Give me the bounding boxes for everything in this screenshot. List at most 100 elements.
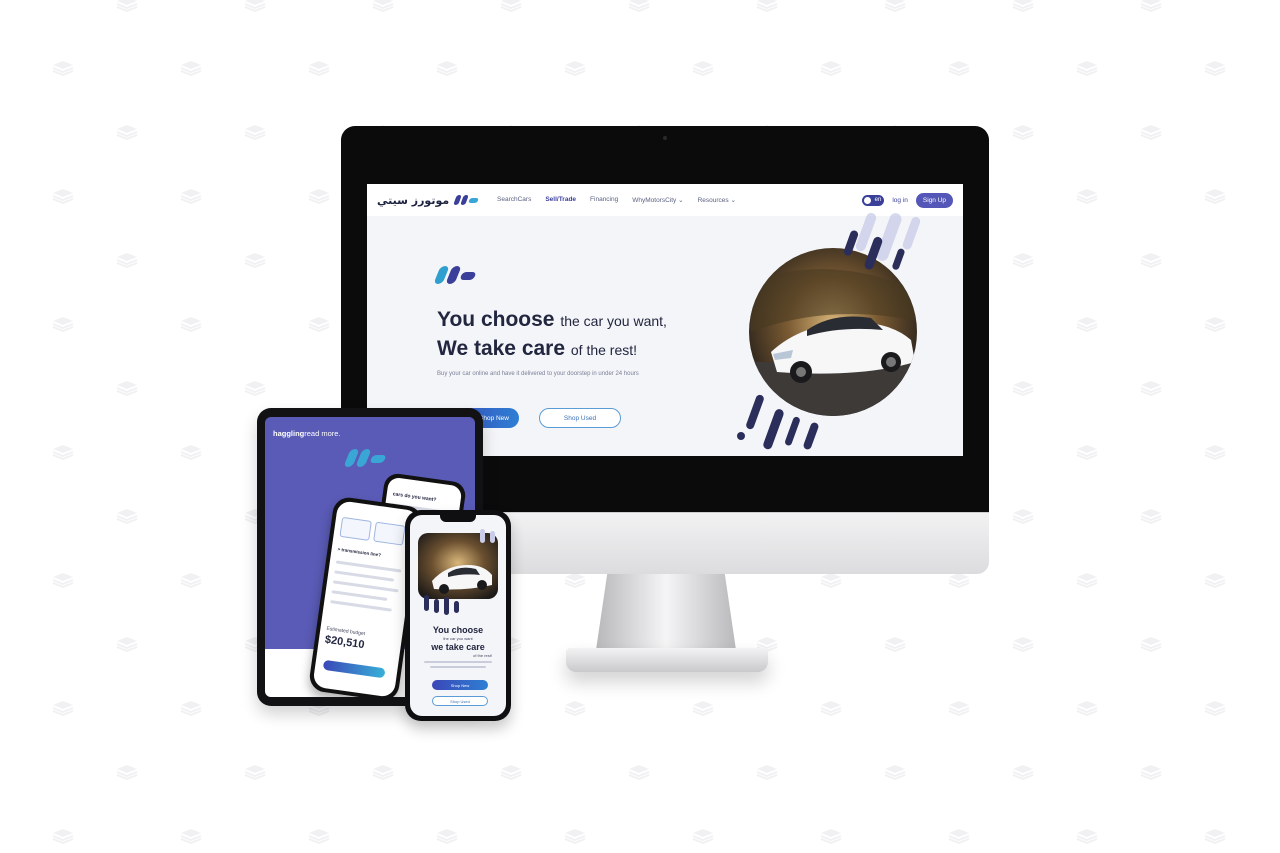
phone-shop-used-button[interactable]: Shop Used bbox=[432, 696, 488, 706]
nav-link-financing[interactable]: Financing bbox=[590, 196, 618, 204]
tablet-tagline: hagglingread more. bbox=[273, 429, 341, 438]
watermark-icon bbox=[116, 636, 138, 652]
watermark-icon bbox=[1076, 700, 1098, 716]
slider-track[interactable] bbox=[330, 600, 392, 612]
brand-logo[interactable]: موتورز سيتي bbox=[377, 194, 487, 207]
watermark-icon bbox=[52, 60, 74, 76]
watermark-icon bbox=[1012, 252, 1034, 268]
watermark-icon bbox=[52, 316, 74, 332]
watermark-icon bbox=[180, 700, 202, 716]
watermark-icon bbox=[1012, 764, 1034, 780]
continue-button[interactable] bbox=[322, 659, 386, 679]
hero-headline-bold-2: We take care bbox=[437, 337, 566, 360]
watermark-icon bbox=[1204, 828, 1226, 844]
watermark-icon bbox=[628, 0, 650, 12]
watermark-icon bbox=[52, 700, 74, 716]
nav-link-why-motorscity[interactable]: WhyMotorsCity ⌄ bbox=[632, 196, 683, 204]
watermark-icon bbox=[1012, 508, 1034, 524]
watermark-icon bbox=[1012, 380, 1034, 396]
watermark-icon bbox=[1204, 188, 1226, 204]
hero-headline-bold-1: You choose bbox=[437, 308, 555, 331]
watermark-icon bbox=[1076, 188, 1098, 204]
watermark-icon bbox=[884, 0, 906, 12]
nav-link-sell-trade[interactable]: Sell/Trade bbox=[545, 196, 576, 204]
nav-link-label: WhyMotorsCity bbox=[632, 197, 677, 204]
watermark-icon bbox=[1076, 60, 1098, 76]
watermark-icon bbox=[308, 60, 330, 76]
watermark-icon bbox=[1076, 572, 1098, 588]
shop-used-button[interactable]: Shop Used bbox=[539, 408, 621, 428]
watermark-icon bbox=[308, 316, 330, 332]
watermark-icon bbox=[1204, 572, 1226, 588]
watermark-icon bbox=[372, 0, 394, 12]
signup-button[interactable]: Sign Up bbox=[915, 192, 953, 208]
phone-subtitle-line bbox=[424, 661, 492, 663]
phone-headline-bold-1: You choose bbox=[432, 625, 484, 635]
slider-track[interactable] bbox=[331, 590, 388, 601]
hero-logo-icon bbox=[433, 266, 477, 284]
monitor-stand bbox=[596, 574, 736, 650]
watermark-icon bbox=[308, 828, 330, 844]
watermark-icon bbox=[1076, 828, 1098, 844]
watermark-icon bbox=[500, 0, 522, 12]
camera-dot bbox=[663, 136, 667, 140]
watermark-icon bbox=[1204, 60, 1226, 76]
watermark-icon bbox=[436, 60, 458, 76]
tablet-read-more-link[interactable]: read more. bbox=[304, 429, 340, 438]
watermark-icon bbox=[116, 252, 138, 268]
language-toggle[interactable]: en bbox=[862, 194, 885, 206]
phone-subtitle-line bbox=[430, 666, 486, 668]
watermark-icon bbox=[1140, 252, 1162, 268]
phone-notch bbox=[440, 515, 476, 522]
tablet-logo-icon bbox=[343, 449, 387, 467]
tablet-tagline-bold: haggling bbox=[273, 429, 305, 438]
login-link[interactable]: log in bbox=[892, 197, 908, 204]
watermark-icon bbox=[116, 764, 138, 780]
watermark-icon bbox=[436, 828, 458, 844]
watermark-icon bbox=[1076, 444, 1098, 460]
watermark-icon bbox=[564, 828, 586, 844]
watermark-icon bbox=[500, 764, 522, 780]
watermark-icon bbox=[244, 252, 266, 268]
inner-question: cars do you want? bbox=[392, 491, 437, 504]
option-card[interactable] bbox=[339, 516, 372, 541]
hero-headline-line2: We take care of the rest! bbox=[437, 337, 637, 361]
phone-shop-new-button[interactable]: Shop New bbox=[432, 680, 488, 690]
inner-question-2: > transmission line? bbox=[337, 546, 382, 558]
watermark-icon bbox=[180, 316, 202, 332]
watermark-icon bbox=[1204, 444, 1226, 460]
slider-track[interactable] bbox=[334, 570, 395, 582]
watermark-icon bbox=[1140, 0, 1162, 12]
watermark-icon bbox=[628, 764, 650, 780]
watermark-icon bbox=[1140, 508, 1162, 524]
watermark-icon bbox=[820, 60, 842, 76]
watermark-icon bbox=[884, 636, 906, 652]
language-toggle-label: en bbox=[874, 196, 882, 203]
nav-link-resources[interactable]: Resources ⌄ bbox=[698, 196, 736, 204]
slider-track[interactable] bbox=[335, 560, 402, 573]
watermark-icon bbox=[116, 380, 138, 396]
watermark-icon bbox=[1204, 700, 1226, 716]
brand-name-ar: موتورز سيتي bbox=[377, 193, 450, 207]
watermark-icon bbox=[692, 700, 714, 716]
nav-link-search-cars[interactable]: SearchCars bbox=[497, 196, 531, 204]
watermark-icon bbox=[244, 764, 266, 780]
watermark-icon bbox=[692, 828, 714, 844]
watermark-icon bbox=[180, 572, 202, 588]
watermark-icon bbox=[244, 0, 266, 12]
nav-links: SearchCars Sell/Trade Financing WhyMotor… bbox=[497, 196, 736, 204]
watermark-icon bbox=[948, 572, 970, 588]
watermark-icon bbox=[180, 444, 202, 460]
watermark-icon bbox=[1140, 636, 1162, 652]
phone-headline-rest-1: the car you want bbox=[443, 636, 473, 641]
hero-subtitle: Buy your car online and have it delivere… bbox=[437, 371, 639, 377]
chevron-down-icon: ⌄ bbox=[676, 197, 684, 204]
chevron-down-icon: ⌄ bbox=[728, 197, 736, 204]
phone-device: You choose the car you want we take care… bbox=[405, 510, 511, 721]
watermark-icon bbox=[564, 572, 586, 588]
option-card[interactable] bbox=[373, 521, 406, 546]
slider-track[interactable] bbox=[332, 580, 399, 593]
watermark-icon bbox=[820, 828, 842, 844]
nav-link-label: Resources bbox=[697, 197, 729, 204]
phone-car-image bbox=[418, 529, 498, 615]
